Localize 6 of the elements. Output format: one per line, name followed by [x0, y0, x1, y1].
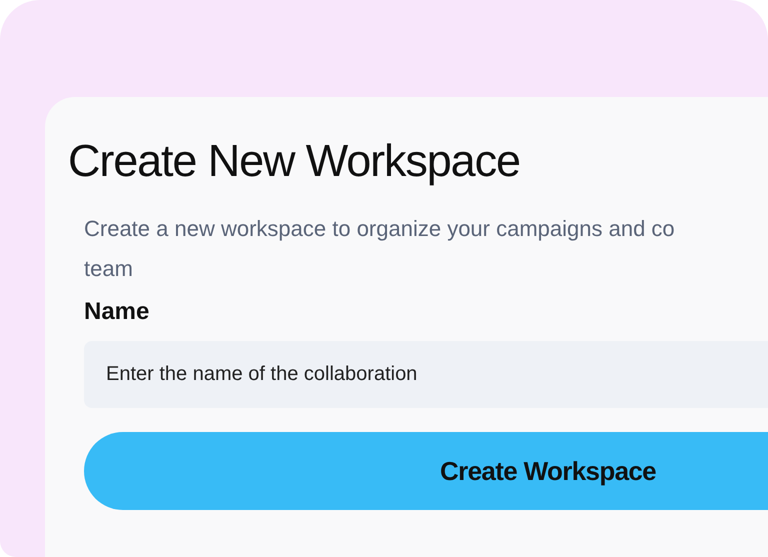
name-input-field[interactable]: Enter the name of the collaboration	[84, 341, 768, 408]
name-label: Name	[84, 297, 150, 327]
dialog-description: Create a new workspace to organize your campaigns and co	[84, 215, 675, 243]
dialog-title: Create New Workspace	[68, 135, 520, 187]
dialog-description: team	[84, 255, 133, 283]
create-workspace-button[interactable]: Create Workspace	[84, 432, 768, 510]
